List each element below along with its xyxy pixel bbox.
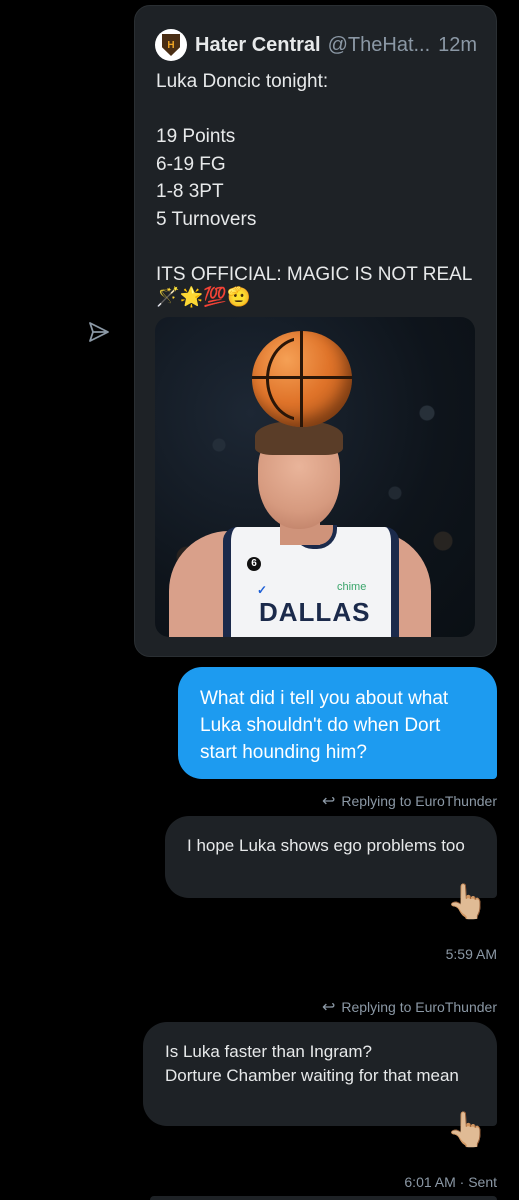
- next-message-edge: [150, 1196, 497, 1200]
- tweet-header: H Hater Central @TheHat... 12m: [155, 28, 485, 62]
- received-message-bubble[interactable]: Is Luka faster than Ingram? Dorture Cham…: [143, 1022, 497, 1126]
- basketball-icon: [252, 331, 352, 427]
- swoosh-logo-icon: ✓: [257, 583, 268, 597]
- jersey-sponsor: chime: [337, 581, 367, 593]
- pointing-up-reaction-icon[interactable]: 👆🏼: [446, 1110, 488, 1150]
- sent-message-bubble[interactable]: What did i tell you about what Luka shou…: [178, 667, 497, 779]
- reply-arrow-icon: ↩: [321, 999, 336, 1016]
- tweet-emojis: 🪄🌟💯🫡: [156, 287, 251, 308]
- tweet-time: 12m: [438, 33, 478, 56]
- jersey-number: 6: [247, 557, 261, 571]
- tweet-text: Luka Doncic tonight: 19 Points 6-19 FG 1…: [156, 71, 473, 285]
- author-logo-icon: H: [162, 34, 180, 56]
- reply-context: ↩ Replying to EuroThunder: [322, 791, 497, 811]
- message-timestamp-sent: 6:01 AM · Sent: [404, 1174, 497, 1190]
- reply-context: ↩ Replying to EuroThunder: [322, 997, 497, 1017]
- author-avatar[interactable]: H: [155, 29, 187, 61]
- message-timestamp: 5:59 AM: [445, 946, 497, 962]
- send-icon[interactable]: [87, 320, 111, 344]
- jersey-text: DALLAS: [259, 597, 371, 627]
- reply-arrow-icon: ↩: [321, 793, 336, 810]
- author-name[interactable]: Hater Central: [195, 34, 321, 57]
- tweet-image[interactable]: 6 ✓ chime DALLAS: [155, 317, 475, 637]
- reply-context-text: Replying to EuroThunder: [341, 999, 497, 1015]
- author-handle: @TheHat...: [327, 33, 431, 56]
- reply-context-text: Replying to EuroThunder: [341, 793, 497, 809]
- pointing-up-reaction-icon[interactable]: 👆🏼: [446, 882, 488, 922]
- shared-tweet-card[interactable]: H Hater Central @TheHat... 12m Luka Donc…: [134, 5, 497, 657]
